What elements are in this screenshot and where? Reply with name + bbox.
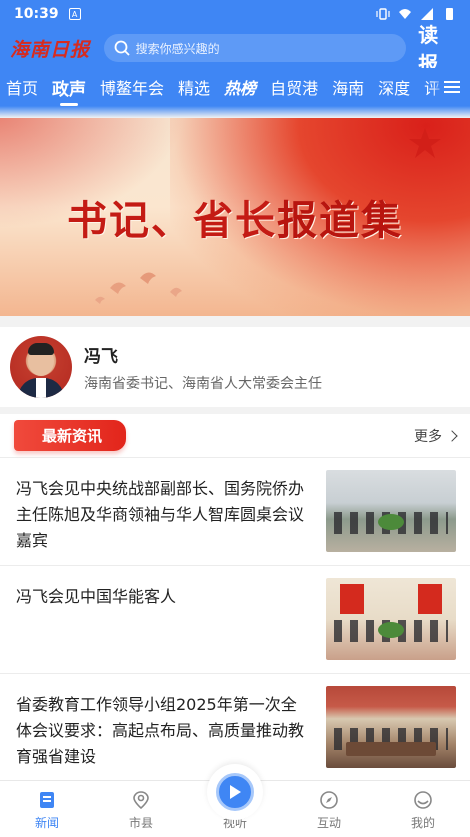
- profile-card[interactable]: 冯飞 海南省委书记、海南省人大常委会主任: [0, 327, 470, 407]
- vibrate-icon: [376, 8, 390, 20]
- section-label: 最新资讯: [14, 420, 127, 451]
- play-button[interactable]: [207, 764, 263, 820]
- channel-tabs: 首页 政声 博鳌年会 精选 热榜 自贸港 海南 深度 评: [0, 68, 470, 106]
- tab-city-label: 市县: [128, 816, 153, 830]
- banner-title: 书记、省长报道集: [0, 188, 470, 246]
- menu-icon: [444, 81, 460, 93]
- news-thumbnail: [326, 578, 456, 660]
- tab-interact-label: 互动: [316, 816, 341, 830]
- tab-featured[interactable]: 精选: [178, 75, 210, 99]
- news-title: 冯飞会见中国华能客人: [16, 587, 177, 606]
- news-title: 冯飞会见中央统战部副部长、国务院侨办主任陈旭及华商领袖与华人智库圆桌会议嘉宾: [16, 479, 305, 550]
- tab-ftp[interactable]: 自贸港: [270, 75, 318, 99]
- tab-depth[interactable]: 深度: [378, 75, 410, 99]
- avatar: [10, 336, 72, 398]
- more-link[interactable]: 更多: [414, 426, 458, 446]
- star-icon: [409, 128, 441, 158]
- channel-menu-button[interactable]: [430, 68, 470, 106]
- news-thumbnail: [326, 470, 456, 552]
- profile-icon: [414, 791, 432, 809]
- notification-icon: A: [68, 8, 81, 20]
- tab-boao[interactable]: 博鳌年会: [100, 75, 164, 99]
- news-title: 省委教育工作领导小组2025年第一次全体会议要求：高起点布局、高质量推动教育强省…: [16, 695, 305, 766]
- search-bar[interactable]: 搜索你感兴趣的: [103, 34, 407, 62]
- news-thumbnail: [326, 686, 456, 768]
- tab-home[interactable]: 首页: [6, 75, 38, 99]
- news-icon: [40, 792, 54, 808]
- status-bar: 10:39 A: [0, 0, 470, 28]
- section-header: 最新资讯 更多: [0, 414, 470, 458]
- tab-zhengsheng[interactable]: 政声: [52, 75, 86, 106]
- tab-mine-label: 我的: [410, 816, 435, 830]
- compass-icon: [320, 791, 338, 809]
- more-label: 更多: [414, 428, 442, 445]
- wifi-icon: [399, 9, 411, 19]
- tab-mine[interactable]: 我的: [376, 781, 470, 837]
- tab-hot-list[interactable]: 热榜: [224, 75, 256, 99]
- search-placeholder: 搜索你感兴趣的: [135, 41, 220, 56]
- banner-title-part2: 报道集: [277, 197, 403, 244]
- play-circle: [216, 773, 254, 811]
- chevron-right-icon: [446, 429, 458, 442]
- banner-image[interactable]: 书记、省长报道集: [0, 118, 470, 316]
- play-icon: [230, 785, 241, 799]
- location-icon: [133, 791, 149, 810]
- status-time: 10:39: [14, 6, 59, 22]
- app-header: 海南日报 搜索你感兴趣的 读报: [0, 23, 470, 76]
- tab-hainan[interactable]: 海南: [332, 75, 364, 99]
- search-icon: [114, 40, 130, 56]
- news-item[interactable]: 冯飞会见中国华能客人: [0, 566, 470, 674]
- tab-news-label: 新闻: [34, 816, 59, 830]
- tab-news[interactable]: 新闻: [0, 781, 94, 837]
- app-logo[interactable]: 海南日报: [10, 35, 92, 62]
- profile-name: 冯飞: [84, 346, 118, 367]
- profile-title: 海南省委书记、海南省人大常委会主任: [84, 375, 322, 392]
- tab-interact[interactable]: 互动: [282, 781, 376, 837]
- doves-icon: [95, 272, 182, 304]
- profile-info: 冯飞 海南省委书记、海南省人大常委会主任: [84, 342, 322, 393]
- news-section: 最新资讯 更多 冯飞会见中央统战部副部长、国务院侨办主任陈旭及华商领袖与华人智库…: [0, 414, 470, 780]
- tab-city[interactable]: 市县: [94, 781, 188, 837]
- news-item[interactable]: 冯飞会见中央统战部副部长、国务院侨办主任陈旭及华商领袖与华人智库圆桌会议嘉宾: [0, 458, 470, 566]
- banner-title-part1: 书记、省长: [67, 197, 277, 244]
- header-fade: [0, 106, 470, 118]
